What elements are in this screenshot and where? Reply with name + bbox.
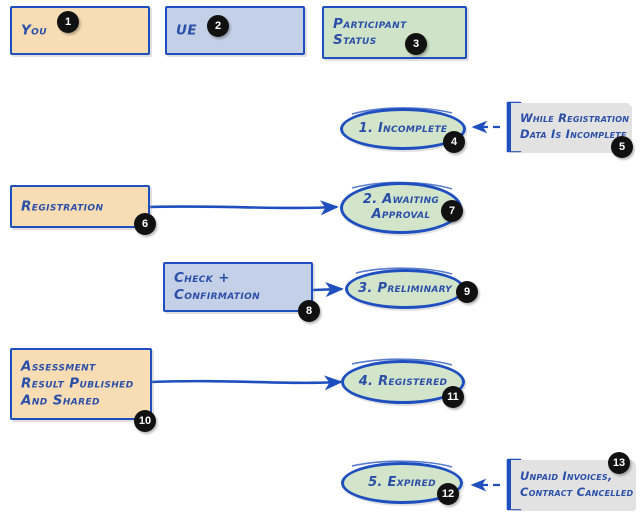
status-expired-label: 5. Expired <box>368 474 436 490</box>
connector-check-to-preliminary <box>311 282 344 298</box>
status-incomplete-label: 1. Incomplete <box>358 120 448 136</box>
badge-5[interactable]: 5 <box>611 136 633 158</box>
badge-13[interactable]: 13 <box>608 452 630 474</box>
action-assessment-result[interactable]: Assessment Result published and shared <box>10 348 152 420</box>
status-registered-label: 4. Registered <box>358 373 448 389</box>
badge-3[interactable]: 3 <box>405 33 427 55</box>
badge-1[interactable]: 1 <box>57 11 79 33</box>
badge-8[interactable]: 8 <box>298 300 320 322</box>
badge-7[interactable]: 7 <box>441 200 463 222</box>
connector-registration-to-awaiting <box>146 200 339 216</box>
status-preliminary-label: 3. Preliminary <box>358 280 452 296</box>
legend-participant-status[interactable]: Participant Status <box>322 6 467 59</box>
badge-4[interactable]: 4 <box>443 131 465 153</box>
badge-6[interactable]: 6 <box>134 213 156 235</box>
legend-ue[interactable]: UE <box>165 6 305 55</box>
legend-participant-status-label: Participant Status <box>333 15 407 49</box>
connector-assessment-to-registered <box>148 375 343 391</box>
badge-12[interactable]: 12 <box>437 483 459 505</box>
status-preliminary[interactable]: 3. Preliminary <box>345 269 465 309</box>
legend-ue-label: UE <box>176 22 197 39</box>
action-registration[interactable]: Registration <box>10 185 150 228</box>
legend-you-label: You <box>21 22 47 39</box>
status-awaiting-approval-label: 2. Awaiting Approval <box>362 192 440 222</box>
action-check-confirmation[interactable]: Check + Confirmation <box>163 262 313 312</box>
connector-layer <box>146 101 522 511</box>
legend-you[interactable]: You <box>10 6 150 55</box>
action-registration-label: Registration <box>21 198 104 215</box>
badge-10[interactable]: 10 <box>134 410 156 432</box>
badge-11[interactable]: 11 <box>442 386 464 408</box>
note-registration-incomplete-label: While registration data is incomplete <box>520 111 630 141</box>
action-assessment-result-label: Assessment Result published and shared <box>21 358 134 409</box>
note-unpaid-invoices-label: Unpaid invoices, Contract cancelled <box>520 468 634 499</box>
action-check-confirmation-label: Check + Confirmation <box>174 270 261 303</box>
badge-9[interactable]: 9 <box>456 281 478 303</box>
badge-2[interactable]: 2 <box>207 15 229 37</box>
